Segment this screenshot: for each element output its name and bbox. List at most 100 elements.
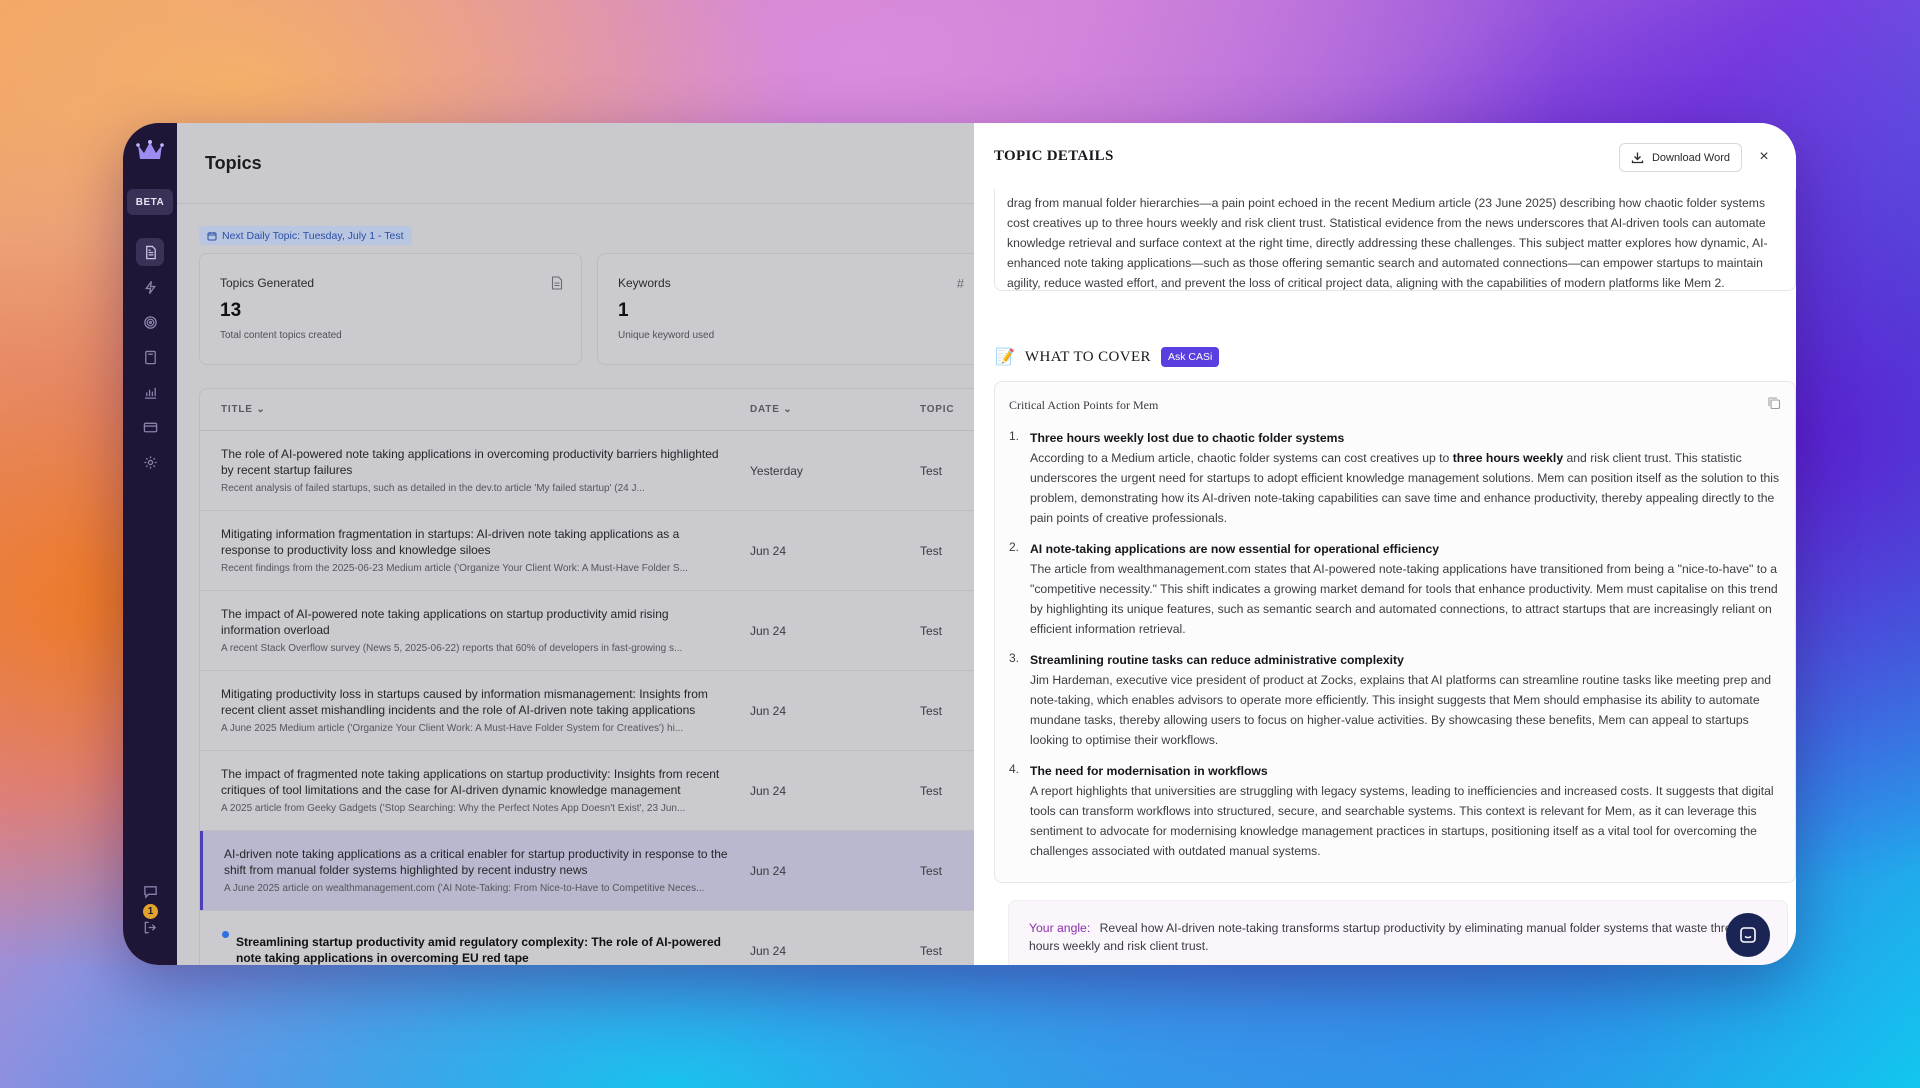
row-topic: Test — [920, 783, 943, 798]
angle-label: Your angle: — [1029, 921, 1091, 935]
angle-text: Reveal how AI-driven note-taking transfo… — [1029, 921, 1739, 953]
row-date: Jun 24 — [750, 703, 787, 718]
hash-icon: # — [956, 276, 964, 291]
table-row-unread[interactable]: Streamlining startup productivity amid r… — [200, 911, 974, 965]
crown-logo-icon[interactable] — [136, 139, 164, 163]
what-to-cover-title: WHAT TO COVER — [1024, 348, 1151, 365]
target-icon — [143, 315, 157, 329]
row-description: A June 2025 article on wealthmanagement.… — [224, 883, 705, 894]
table-row[interactable]: The role of AI-powered note taking appli… — [200, 431, 974, 511]
row-date: Jun 24 — [750, 783, 787, 798]
row-title: The impact of AI-powered note taking app… — [221, 607, 669, 637]
list-item: 1. Three hours weekly lost due to chaoti… — [1009, 428, 1781, 528]
table-row[interactable]: Mitigating productivity loss in startups… — [200, 671, 974, 751]
document-icon — [145, 245, 156, 259]
table-row[interactable]: The impact of fragmented note taking app… — [200, 751, 974, 831]
list-item: 3. Streamlining routine tasks can reduce… — [1009, 650, 1781, 750]
point-title: The need for modernisation in workflows — [1030, 764, 1268, 778]
column-header-date[interactable]: DATE ⌄ — [750, 404, 920, 415]
book-icon — [144, 350, 156, 364]
table-row-selected[interactable]: AI-driven note taking applications as a … — [200, 831, 974, 911]
row-topic: Test — [920, 463, 943, 478]
next-topic-label: Next Daily Topic: Tuesday, July 1 - Test — [222, 229, 404, 242]
topics-generated-card: Topics Generated 13 Total content topics… — [199, 253, 582, 365]
table-row[interactable]: Mitigating information fragmentation in … — [200, 511, 974, 591]
sidebar-item-topics[interactable] — [136, 238, 164, 266]
chat-icon — [1740, 927, 1756, 943]
lightning-icon — [144, 280, 156, 294]
row-topic: Test — [920, 943, 943, 958]
column-header-title[interactable]: TITLE ⌄ — [200, 404, 750, 415]
sidebar-item-actions[interactable] — [136, 273, 164, 301]
stat-subtext: Total content topics created — [220, 330, 342, 341]
sidebar-item-feedback[interactable]: 1 — [136, 877, 164, 919]
row-description: Recent analysis of failed startups, such… — [221, 483, 645, 494]
list-item: 4. The need for modernisation in workflo… — [1009, 761, 1781, 861]
download-icon — [1631, 152, 1644, 164]
row-date: Jun 24 — [750, 543, 787, 558]
copy-icon[interactable] — [1767, 396, 1781, 410]
row-topic: Test — [920, 863, 943, 878]
action-points-list: 1. Three hours weekly lost due to chaoti… — [1009, 428, 1781, 872]
topics-header: Topics — [177, 123, 974, 204]
row-title: AI-driven note taking applications as a … — [224, 847, 728, 877]
what-to-cover-header: 📝 WHAT TO COVER Ask CASi — [995, 347, 1220, 367]
chat-launcher-button[interactable] — [1726, 913, 1770, 957]
close-button[interactable]: × — [1754, 147, 1774, 167]
app-window: BETA 1 Topics Next Daily Topic: Tuesday,… — [123, 123, 1796, 965]
sidebar-item-billing[interactable] — [136, 413, 164, 441]
row-description: A 2025 article from Geeky Gadgets ('Stop… — [221, 803, 686, 814]
row-title: The impact of fragmented note taking app… — [221, 767, 720, 797]
chat-icon — [143, 885, 157, 899]
page-title: Topics — [205, 152, 262, 173]
sidebar-item-library[interactable] — [136, 343, 164, 371]
chevron-down-icon: ⌄ — [256, 404, 266, 415]
angle-card: Your angle: Reveal how AI-driven note-ta… — [1008, 900, 1788, 965]
column-header-topic[interactable]: TOPIC — [920, 404, 974, 415]
point-title: AI note-taking applications are now esse… — [1030, 542, 1440, 556]
row-date: Yesterday — [750, 463, 803, 478]
sidebar-item-logout[interactable] — [136, 913, 164, 941]
row-topic: Test — [920, 623, 943, 638]
table-header: TITLE ⌄ DATE ⌄ TOPIC — [200, 389, 974, 431]
sidebar: BETA 1 — [123, 123, 177, 965]
stat-value: 13 — [220, 300, 242, 321]
table-row[interactable]: The impact of AI-powered note taking app… — [200, 591, 974, 671]
topics-panel: Topics Next Daily Topic: Tuesday, July 1… — [177, 123, 974, 965]
row-date: Jun 24 — [750, 943, 787, 958]
sidebar-item-analytics[interactable] — [136, 378, 164, 406]
point-title: Streamlining routine tasks can reduce ad… — [1030, 653, 1404, 667]
row-description: A June 2025 Medium article ('Organize Yo… — [221, 723, 684, 734]
action-points-subtitle: Critical Action Points for Mem — [1009, 398, 1159, 412]
unread-dot — [222, 931, 229, 938]
stat-subtext: Unique keyword used — [618, 330, 715, 341]
stat-label: Topics Generated — [220, 276, 315, 290]
topic-body-text: drag from manual folder hierarchies—a pa… — [1007, 196, 1768, 290]
sidebar-item-settings[interactable] — [136, 448, 164, 476]
credit-card-icon — [143, 422, 157, 432]
details-header: TOPIC DETAILS Download Word × — [974, 123, 1796, 189]
gear-icon — [143, 455, 157, 469]
ask-casi-button[interactable]: Ask CASi — [1160, 347, 1220, 367]
row-title: Mitigating productivity loss in startups… — [221, 687, 708, 717]
row-description: A recent Stack Overflow survey (News 5, … — [221, 643, 683, 654]
bar-chart-icon — [144, 387, 156, 399]
list-item: 2. AI note-taking applications are now e… — [1009, 539, 1781, 639]
details-title: TOPIC DETAILS — [994, 147, 1114, 164]
row-description: Recent findings from the 2025-06-23 Medi… — [221, 563, 688, 574]
row-topic: Test — [920, 543, 943, 558]
keywords-card: Keywords 1 Unique keyword used # — [597, 253, 974, 365]
topics-table: TITLE ⌄ DATE ⌄ TOPIC The role of AI-powe… — [199, 388, 974, 965]
stat-value: 1 — [618, 300, 629, 321]
download-word-button[interactable]: Download Word — [1618, 143, 1742, 172]
beta-badge: BETA — [127, 189, 173, 215]
next-topic-chip[interactable]: Next Daily Topic: Tuesday, July 1 - Test — [199, 226, 412, 245]
sidebar-item-targets[interactable] — [136, 308, 164, 336]
action-points-card: Critical Action Points for Mem 1. Three … — [994, 381, 1796, 883]
point-title: Three hours weekly lost due to chaotic f… — [1030, 431, 1345, 445]
point-text: Jim Hardeman, executive vice president o… — [1030, 673, 1772, 747]
row-title: The role of AI-powered note taking appli… — [221, 447, 719, 477]
memo-icon: 📝 — [995, 349, 1015, 366]
logout-icon — [144, 921, 156, 933]
document-icon — [551, 276, 563, 290]
